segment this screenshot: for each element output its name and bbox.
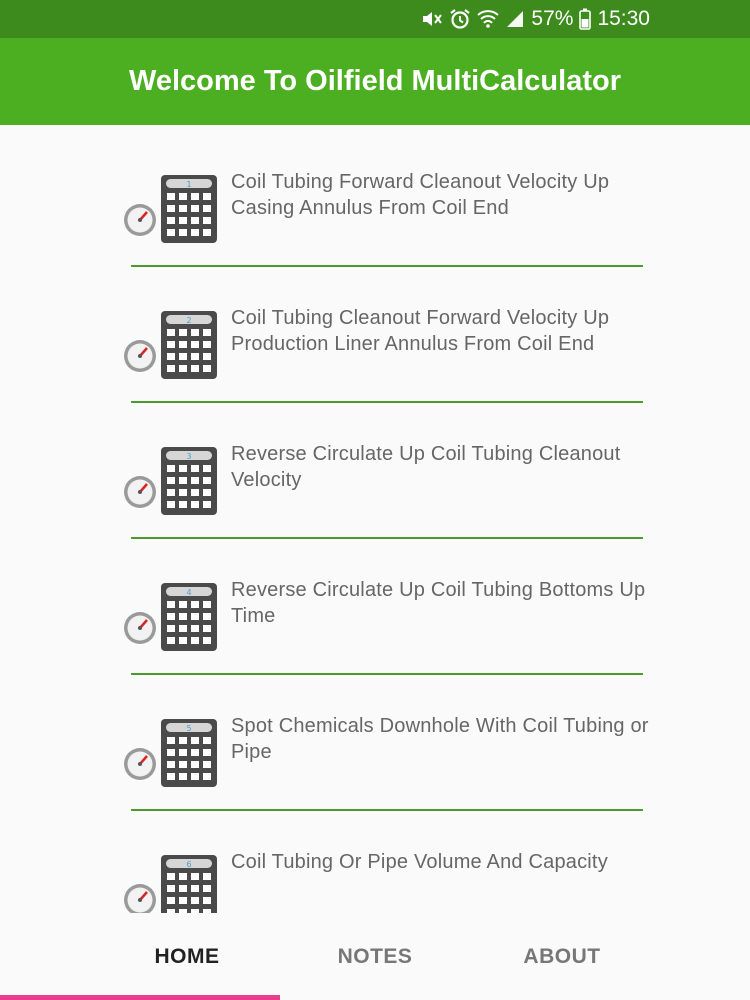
battery-percent: 57%	[531, 7, 574, 30]
signal-icon	[505, 7, 525, 31]
calculator-gauge-icon: 2	[121, 311, 217, 381]
app-title: Welcome To Oilfield MultiCalculator	[129, 65, 621, 97]
calculator-number: 3	[186, 452, 191, 461]
calculator-number: 5	[186, 724, 191, 733]
app-bar: Welcome To Oilfield MultiCalculator	[0, 38, 750, 125]
tab-about[interactable]: ABOUT	[437, 913, 687, 1000]
mute-icon	[421, 7, 443, 31]
calculator-gauge-icon: 5	[121, 719, 217, 789]
list-item[interactable]: 1 Coil Tubing Forward Cleanout Velocity …	[0, 125, 750, 267]
calculator-gauge-icon: 3	[121, 447, 217, 517]
wifi-icon	[477, 7, 500, 31]
list-item[interactable]: 5 Spot Chemicals Downhole With Coil Tubi…	[0, 669, 750, 811]
clock-time: 15:30	[597, 7, 650, 30]
calculator-gauge-icon: 4	[121, 583, 217, 653]
list-item[interactable]: 2 Coil Tubing Cleanout Forward Velocity …	[0, 261, 750, 403]
list-item[interactable]: 4 Reverse Circulate Up Coil Tubing Botto…	[0, 533, 750, 675]
calculator-number: 2	[186, 316, 191, 325]
list-item-label: Coil Tubing Forward Cleanout Velocity Up…	[231, 171, 610, 219]
list-item[interactable]: 3 Reverse Circulate Up Coil Tubing Clean…	[0, 397, 750, 539]
calculator-gauge-icon: 1	[121, 175, 217, 245]
calculator-number: 1	[186, 180, 191, 189]
status-bar: 57% 15:30	[0, 0, 750, 38]
alarm-icon	[449, 7, 471, 31]
list-item-label: Spot Chemicals Downhole With Coil Tubing…	[231, 715, 649, 763]
list-item-label: Coil Tubing Or Pipe Volume And Capacity	[231, 851, 608, 873]
active-tab-indicator	[0, 995, 280, 1000]
calculator-number: 4	[186, 588, 191, 597]
bottom-navigation: HOME NOTES ABOUT	[0, 913, 750, 1000]
list-item[interactable]: 6 Coil Tubing Or Pipe Volume And Capacit…	[0, 805, 750, 913]
battery-icon	[579, 7, 592, 31]
list-item-label: Reverse Circulate Up Coil Tubing Cleanou…	[231, 443, 621, 491]
calculator-list[interactable]: 1 Coil Tubing Forward Cleanout Velocity …	[0, 125, 750, 913]
calculator-gauge-icon: 6	[121, 855, 217, 913]
list-item-label: Coil Tubing Cleanout Forward Velocity Up…	[231, 307, 610, 355]
list-item-label: Reverse Circulate Up Coil Tubing Bottoms…	[231, 579, 646, 627]
calculator-number: 6	[186, 860, 191, 869]
